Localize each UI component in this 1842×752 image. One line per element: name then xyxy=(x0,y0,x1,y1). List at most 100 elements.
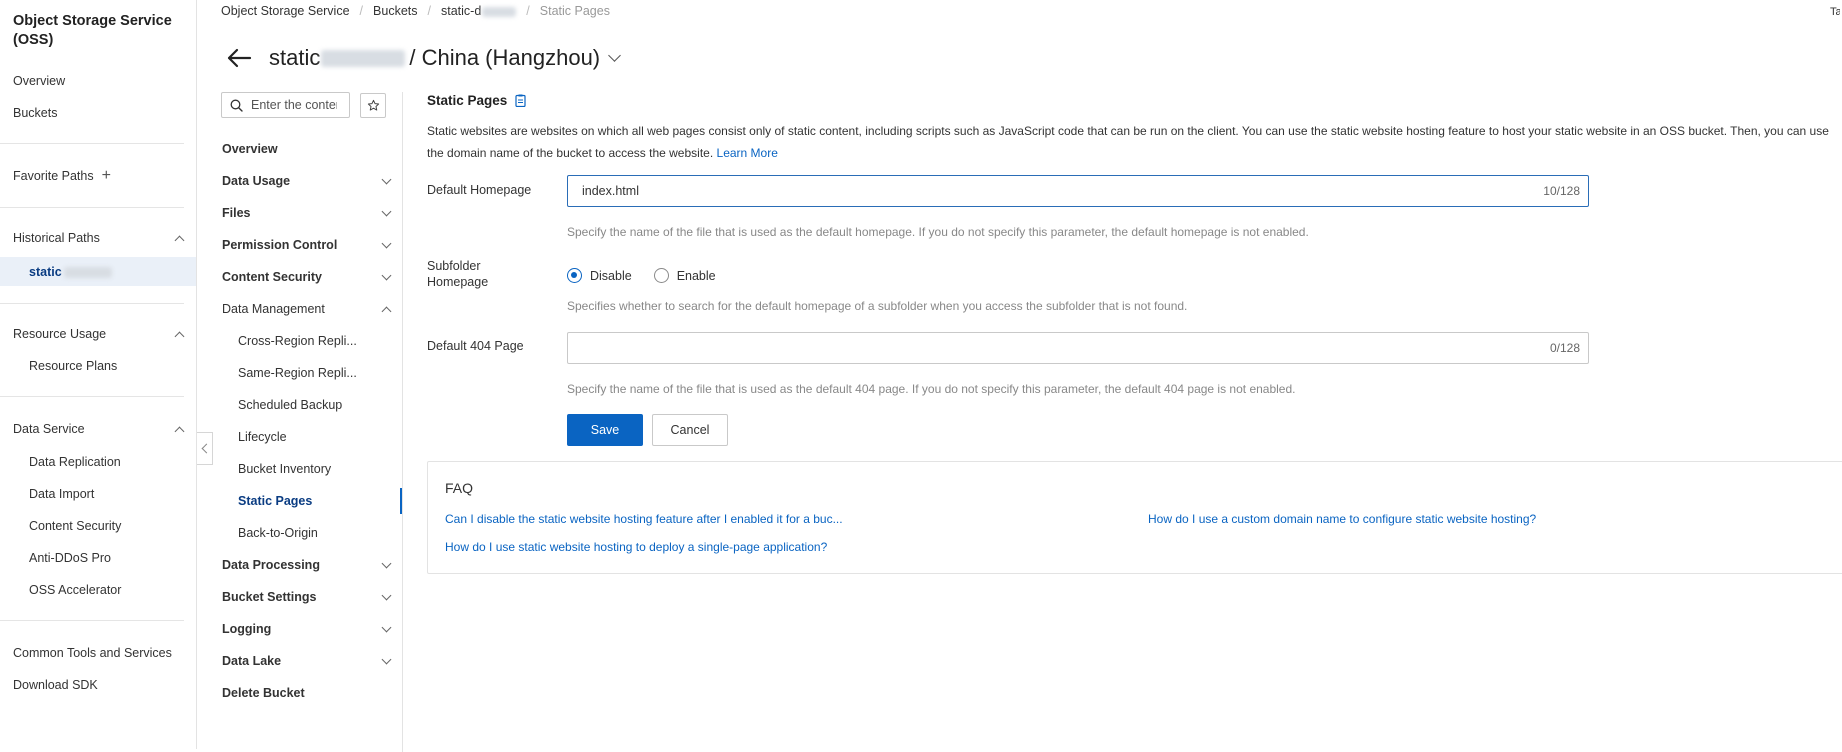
nav-item-files[interactable]: Files xyxy=(222,206,392,220)
nav-item-same-region-replication[interactable]: Same-Region Repli... xyxy=(238,366,388,380)
default-404-input[interactable] xyxy=(580,340,1550,356)
breadcrumb-bucket-label: static-d xyxy=(440,4,482,18)
divider xyxy=(0,396,184,397)
nav-label: Logging xyxy=(222,622,272,636)
nav-item-lifecycle[interactable]: Lifecycle xyxy=(238,430,388,444)
sidebar-item-oss-accelerator[interactable]: OSS Accelerator xyxy=(29,582,121,598)
data-service-label: Data Service xyxy=(13,422,85,436)
redacted-text xyxy=(482,6,517,17)
chevron-up-icon xyxy=(174,426,185,436)
sidebar-item-common-tools[interactable]: Common Tools and Services xyxy=(13,645,172,661)
nav-label: Overview xyxy=(222,142,278,156)
sidebar-item-resource-plans[interactable]: Resource Plans xyxy=(29,358,117,374)
document-icon[interactable] xyxy=(515,94,526,107)
subfolder-homepage-label: Subfolder Homepage xyxy=(427,259,489,289)
favorite-star-button[interactable] xyxy=(360,93,386,118)
breadcrumb-item-oss[interactable]: Object Storage Service xyxy=(221,4,350,18)
sidebar-item-data-import[interactable]: Data Import xyxy=(29,486,94,502)
default-homepage-input[interactable] xyxy=(580,183,1544,199)
default-homepage-label: Default Homepage xyxy=(427,183,532,197)
nav-label: Data Lake xyxy=(222,654,282,668)
nav-item-bucket-settings[interactable]: Bucket Settings xyxy=(222,590,392,604)
nav-item-cross-region-replication[interactable]: Cross-Region Repli... xyxy=(238,334,388,348)
favorite-paths-label: Favorite Paths xyxy=(13,169,94,183)
sidebar-group-resource-usage[interactable]: Resource Usage xyxy=(13,327,185,341)
top-right-text[interactable]: Tas xyxy=(1830,6,1840,18)
radio-disable[interactable] xyxy=(567,268,582,283)
cancel-button[interactable]: Cancel xyxy=(652,414,728,446)
sidebar-item-download-sdk[interactable]: Download SDK xyxy=(13,677,98,693)
sidebar-item-data-replication[interactable]: Data Replication xyxy=(29,454,121,470)
bucket-name-prefix: static xyxy=(269,45,321,70)
faq-link-single-page-app[interactable]: How do I use static website hosting to d… xyxy=(445,540,827,554)
char-counter: 0/128 xyxy=(1549,341,1580,355)
faq-link-disable-hosting[interactable]: Can I disable the static website hosting… xyxy=(445,512,843,526)
default-404-label: Default 404 Page xyxy=(427,339,524,353)
nav-search-input[interactable] xyxy=(249,97,339,113)
nav-item-permission-control[interactable]: Permission Control xyxy=(222,238,392,252)
nav-item-logging[interactable]: Logging xyxy=(222,622,392,636)
nav-label: Files xyxy=(222,206,251,220)
faq-link-custom-domain[interactable]: How do I use a custom domain name to con… xyxy=(1148,512,1536,526)
resource-usage-label: Resource Usage xyxy=(13,327,107,341)
default-404-hint: Specify the name of the file that is use… xyxy=(567,382,1296,396)
learn-more-link[interactable]: Learn More xyxy=(717,146,778,160)
nav-item-bucket-inventory[interactable]: Bucket Inventory xyxy=(238,462,388,476)
nav-item-back-to-origin[interactable]: Back-to-Origin xyxy=(238,526,388,540)
default-homepage-field[interactable]: 10/128 xyxy=(567,175,1589,207)
nav-item-data-processing[interactable]: Data Processing xyxy=(222,558,392,572)
faq-title: FAQ xyxy=(445,480,474,496)
chevron-down-icon xyxy=(381,590,392,600)
nav-search-box[interactable] xyxy=(221,92,350,118)
page-title[interactable]: static / China (Hangzhou) xyxy=(269,45,622,71)
faq-panel: FAQ Can I disable the static website hos… xyxy=(427,461,1842,574)
breadcrumb-item-buckets[interactable]: Buckets xyxy=(373,4,417,18)
nav-label: Permission Control xyxy=(222,238,338,252)
chevron-left-icon xyxy=(201,443,211,454)
radio-disable-label[interactable]: Disable xyxy=(590,269,632,283)
chevron-down-icon xyxy=(381,654,392,664)
chevron-up-icon xyxy=(381,306,392,316)
plus-icon[interactable]: + xyxy=(102,168,111,184)
chevron-down-icon xyxy=(381,174,392,184)
nav-label: Content Security xyxy=(222,270,323,284)
sidebar-item-favorite-paths[interactable]: Favorite Paths + xyxy=(13,168,111,184)
section-title: Static Pages xyxy=(427,93,526,108)
divider xyxy=(0,303,184,304)
nav-item-data-management[interactable]: Data Management xyxy=(222,302,392,316)
sidebar-group-historical-paths[interactable]: Historical Paths xyxy=(13,231,185,245)
collapse-sidebar-button[interactable] xyxy=(197,432,213,465)
chevron-down-icon xyxy=(381,622,392,632)
nav-item-delete-bucket[interactable]: Delete Bucket xyxy=(222,686,392,700)
breadcrumb-separator: / xyxy=(526,4,530,18)
product-title: Object Storage Service (OSS) xyxy=(13,13,172,48)
breadcrumb: Object Storage Service / Buckets / stati… xyxy=(221,4,610,18)
sidebar: Object Storage Service (OSS) Overview Bu… xyxy=(0,0,197,749)
save-button[interactable]: Save xyxy=(567,414,643,446)
sidebar-item-anti-ddos-pro[interactable]: Anti-DDoS Pro xyxy=(29,550,111,566)
chevron-down-icon xyxy=(381,238,392,248)
radio-enable-label[interactable]: Enable xyxy=(677,269,716,283)
nav-item-scheduled-backup[interactable]: Scheduled Backup xyxy=(238,398,388,412)
default-404-field[interactable]: 0/128 xyxy=(567,332,1589,364)
breadcrumb-item-bucket[interactable]: static-d xyxy=(440,4,517,18)
section-description: Static websites are websites on which al… xyxy=(427,120,1842,164)
divider xyxy=(0,207,184,208)
sidebar-item-overview[interactable]: Overview xyxy=(13,73,65,89)
nav-label: Bucket Settings xyxy=(222,590,317,604)
nav-item-overview[interactable]: Overview xyxy=(222,142,392,156)
sidebar-item-historical-bucket[interactable]: static xyxy=(29,264,112,280)
sidebar-item-content-security[interactable]: Content Security xyxy=(29,518,121,534)
historical-bucket-label: static xyxy=(29,265,62,279)
nav-item-content-security[interactable]: Content Security xyxy=(222,270,392,284)
chevron-down-icon[interactable] xyxy=(608,48,622,62)
nav-item-data-usage[interactable]: Data Usage xyxy=(222,174,392,188)
sidebar-item-buckets[interactable]: Buckets xyxy=(13,105,57,121)
radio-enable[interactable] xyxy=(653,268,669,283)
nav-item-static-pages[interactable]: Static Pages xyxy=(238,494,388,508)
chevron-down-icon xyxy=(381,206,392,216)
nav-item-data-lake[interactable]: Data Lake xyxy=(222,654,392,668)
back-arrow-icon[interactable] xyxy=(226,47,252,69)
sidebar-group-data-service[interactable]: Data Service xyxy=(13,422,185,436)
active-indicator xyxy=(400,488,402,514)
